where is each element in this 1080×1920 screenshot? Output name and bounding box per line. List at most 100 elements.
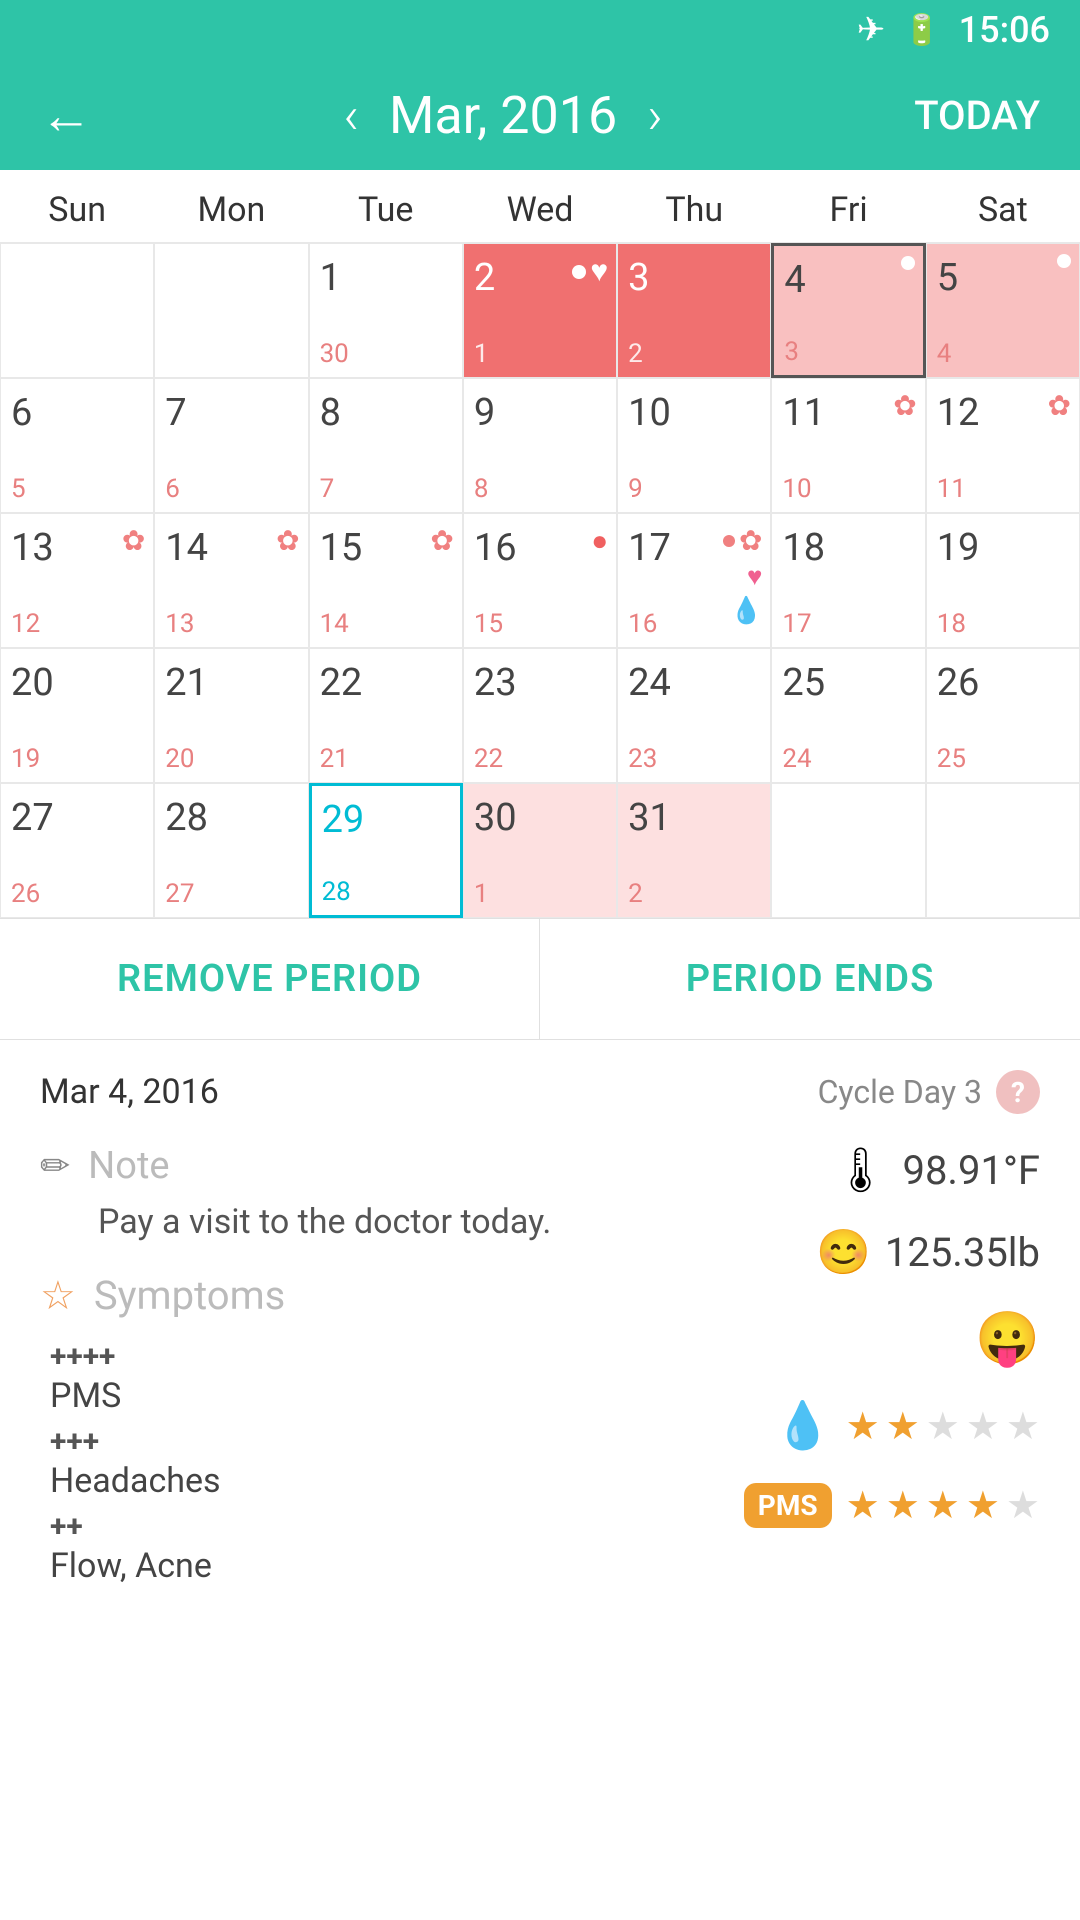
table-row[interactable]: ✿ 12 11 [926,378,1080,513]
detail-right: 🌡 98.91°F 😊 125.35lb 😛 💧 ★ ★ ★ ★ ★ [720,1144,1040,1594]
table-row[interactable]: ✿ 15 14 [309,513,463,648]
flower-icon: ✿ [276,524,299,557]
detail-section: Mar 4, 2016 Cycle Day 3 ? ✏ Note Pay a v… [0,1040,1080,1624]
list-item: ++++ PMS [50,1339,680,1416]
table-row[interactable]: 10 9 [617,378,771,513]
table-row[interactable]: 22 21 [309,648,463,783]
flower-icon: ✿ [1048,389,1071,422]
temperature-item: 🌡 98.91°F [833,1144,1040,1196]
back-button[interactable]: ← [40,85,92,146]
status-bar: ✈ 🔋 15:06 [0,0,1080,60]
table-row[interactable]: 1 30 [309,243,463,378]
table-row[interactable]: 26 25 [926,648,1080,783]
table-row[interactable]: 9 8 [463,378,617,513]
symptoms-list: ++++ PMS +++ Headaches ++ Flow, Acne [40,1339,680,1586]
symptoms-label: Symptoms [94,1272,285,1319]
symptoms-section: ☆ Symptoms ++++ PMS +++ Headaches ++ Flo… [40,1272,680,1586]
table-row[interactable]: 23 22 [463,648,617,783]
prev-month-button[interactable]: ‹ [343,85,359,146]
period-ends-button[interactable]: PERIOD ENDS [540,919,1080,1039]
table-row[interactable]: 21 20 [154,648,308,783]
dot-icon [1057,254,1071,268]
table-row [771,783,925,918]
detail-date: Mar 4, 2016 [40,1072,219,1112]
heart-icon: ♥ [747,561,762,592]
note-section: ✏ Note Pay a visit to the doctor today. [40,1144,680,1242]
table-row[interactable]: ● 16 15 [463,513,617,648]
cycle-info: Cycle Day 3 ? [818,1070,1040,1114]
table-row[interactable]: ♥ 2 1 [463,243,617,378]
dot-icon [572,265,586,279]
pms-badge: PMS [744,1483,832,1528]
month-title: Mar, 2016 [389,85,617,146]
table-row[interactable]: 20 19 [0,648,154,783]
weekday-sat: Sat [926,170,1080,242]
pms-item: PMS ★ ★ ★ ★ ★ [744,1483,1040,1528]
weekday-mon: Mon [154,170,308,242]
next-month-button[interactable]: › [647,85,663,146]
airplane-icon: ✈ [857,10,886,50]
flower-icon: ✿ [739,524,762,557]
action-buttons: REMOVE PERIOD PERIOD ENDS [0,919,1080,1040]
today-button[interactable]: TODAY [914,92,1040,139]
weekday-fri: Fri [771,170,925,242]
pencil-icon: ✏ [40,1145,70,1187]
table-row [926,783,1080,918]
flower-icon: ✿ [122,524,145,557]
heart-icon: ♥ [590,254,608,289]
status-icons: ✈ 🔋 15:06 [857,9,1050,51]
weekday-tue: Tue [309,170,463,242]
weight-icon: 😊 [816,1226,871,1278]
table-row[interactable]: 7 6 [154,378,308,513]
cycle-help-button[interactable]: ? [996,1070,1040,1114]
flower-icon: ✿ [893,389,916,422]
month-navigation: ‹ Mar, 2016 › [343,85,662,146]
table-row[interactable]: 3 2 [617,243,771,378]
table-row[interactable]: ✿ 11 10 [771,378,925,513]
calendar-grid: 1 30 ♥ 2 1 3 2 4 3 5 4 [0,243,1080,918]
detail-body: ✏ Note Pay a visit to the doctor today. … [40,1144,1040,1594]
thermometer-icon: 🌡 [833,1144,889,1196]
table-row[interactable]: 18 17 [771,513,925,648]
weight-item: 😊 125.35lb [816,1226,1040,1278]
drop-icon: ● [591,524,608,557]
dot-icon [901,256,915,270]
table-row[interactable]: 8 7 [309,378,463,513]
drop-icon: 💧 [774,1399,831,1453]
table-row[interactable]: 4 3 [771,243,925,378]
table-row[interactable]: ✿ 13 12 [0,513,154,648]
table-row[interactable]: ✿ 14 13 [154,513,308,648]
flow-stars: ★ ★ ★ ★ ★ [846,1404,1040,1449]
drop-icon: 💧 [730,596,762,626]
table-row[interactable] [0,243,154,378]
symptoms-header: ☆ Symptoms [40,1272,680,1319]
table-row[interactable]: 24 23 [617,648,771,783]
table-row[interactable]: 28 27 [154,783,308,918]
remove-period-button[interactable]: REMOVE PERIOD [0,919,540,1039]
table-row[interactable]: 6 5 [0,378,154,513]
cycle-day-label: Cycle Day 3 [818,1073,982,1111]
note-text: Pay a visit to the doctor today. [40,1202,680,1242]
temperature-value: 98.91°F [902,1147,1040,1194]
table-row[interactable]: 19 18 [926,513,1080,648]
table-row[interactable]: 29 28 [309,783,463,918]
weekday-sun: Sun [0,170,154,242]
weekdays-row: Sun Mon Tue Wed Thu Fri Sat [0,170,1080,243]
table-row[interactable]: 30 1 [463,783,617,918]
note-header: ✏ Note [40,1144,680,1188]
calendar-header: ← ‹ Mar, 2016 › TODAY [0,60,1080,170]
flower-icon: ✿ [430,524,453,557]
table-row[interactable]: 25 24 [771,648,925,783]
list-item: +++ Headaches [50,1424,680,1501]
pms-stars: ★ ★ ★ ★ ★ [846,1483,1040,1528]
table-row[interactable]: ✿ ♥ 💧 17 16 [617,513,771,648]
table-row[interactable]: 27 26 [0,783,154,918]
mood-item: 😛 [975,1308,1040,1369]
mood-icon: 😛 [975,1308,1040,1369]
table-row[interactable]: 5 4 [926,243,1080,378]
table-row[interactable]: 31 2 [617,783,771,918]
table-row[interactable] [154,243,308,378]
star-icon: ☆ [40,1272,76,1319]
weight-value: 125.35lb [885,1229,1040,1276]
detail-header: Mar 4, 2016 Cycle Day 3 ? [40,1070,1040,1114]
